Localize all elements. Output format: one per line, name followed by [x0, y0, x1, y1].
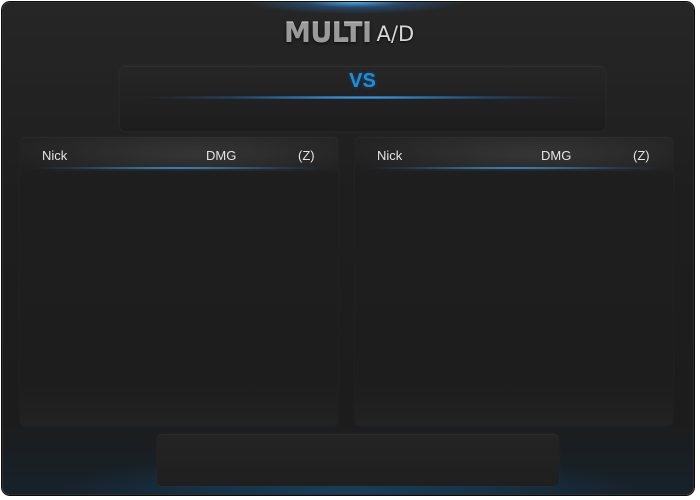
logo-secondary-text: A/D	[376, 22, 415, 46]
team-header-left: Nick DMG (Z)	[20, 137, 338, 171]
player-list-left	[20, 173, 338, 426]
header-divider	[30, 167, 328, 169]
column-nick: Nick	[42, 148, 68, 163]
team-header-right: Nick DMG (Z)	[355, 137, 673, 171]
column-z: (Z)	[633, 148, 650, 163]
player-list-right	[355, 173, 673, 426]
header-divider	[365, 167, 663, 169]
team-panel-right: Nick DMG (Z)	[355, 137, 673, 426]
app-logo: MULTI A/D	[284, 18, 414, 48]
logo-primary-text: MULTI	[284, 17, 372, 48]
column-z: (Z)	[298, 148, 315, 163]
versus-divider	[142, 96, 583, 99]
team-panel-left: Nick DMG (Z)	[20, 137, 338, 426]
column-dmg: DMG	[206, 148, 237, 163]
app-window: MULTI A/D VS Nick DMG (Z) Nick DMG (Z)	[2, 2, 694, 495]
footer-panel	[157, 434, 559, 486]
versus-panel: VS	[120, 66, 605, 131]
column-nick: Nick	[377, 148, 403, 163]
column-dmg: DMG	[541, 148, 572, 163]
versus-label: VS	[349, 70, 376, 92]
